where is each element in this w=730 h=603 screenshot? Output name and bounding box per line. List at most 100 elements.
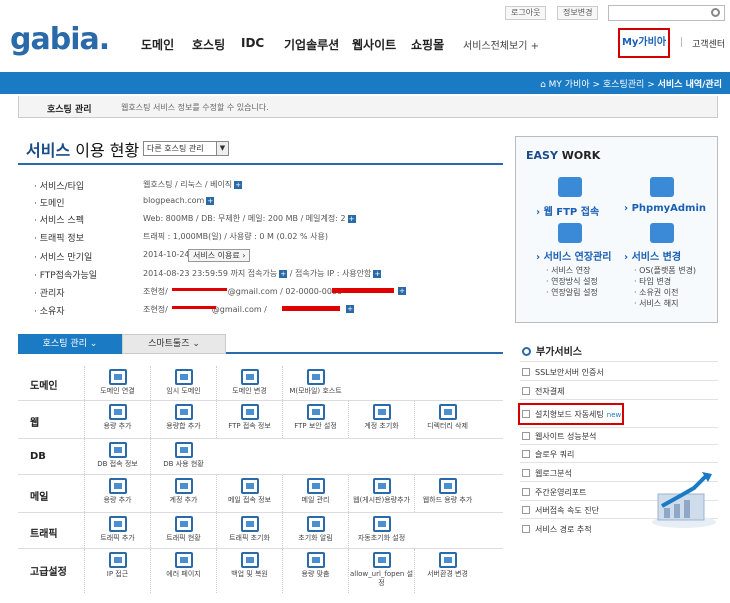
traffic-reset-button[interactable]: 트래픽 초기화 xyxy=(216,513,282,548)
home-icon[interactable]: ⌂ xyxy=(540,80,549,90)
account-reset-button[interactable]: 계정 초기화 xyxy=(348,401,414,438)
allow-url-fopen-button[interactable]: allow_url_fopen 설정 xyxy=(348,549,414,593)
domain-connect-icon xyxy=(108,369,127,385)
ftp-info-button[interactable]: FTP 접속 정보 xyxy=(216,401,282,438)
tab-smart-tools[interactable]: 스마트툴즈 ⌄ xyxy=(122,334,226,354)
plus-icon[interactable]: + xyxy=(347,214,356,223)
plus-icon[interactable]: + xyxy=(346,305,354,313)
reset-alert-button[interactable]: 초기화 알림 xyxy=(282,513,348,548)
web-ftp-link[interactable]: › 웹 FTP 접속 xyxy=(536,203,599,218)
home-icon xyxy=(174,369,193,385)
tab-hosting-management[interactable]: 호스팅 관리 ⌄ xyxy=(18,334,122,354)
gnb-domain[interactable]: 도메인 xyxy=(141,36,174,53)
chevron-down-icon[interactable]: ▼ xyxy=(216,142,228,155)
addon-weekly-report[interactable]: 주간운영리포트 xyxy=(522,487,587,498)
logout-button[interactable]: 로그아웃 xyxy=(505,6,547,20)
plus-icon[interactable]: + xyxy=(234,180,243,189)
cell-label: 메일 관리 xyxy=(301,496,330,504)
breadcrumb-mygabia[interactable]: MY 가비아 xyxy=(549,80,590,90)
gnb-enterprise[interactable]: 기업솔루션 xyxy=(284,36,339,53)
service-extend-link[interactable]: › 서비스 연장관리 xyxy=(536,248,611,263)
gnb-website[interactable]: 웹사이트 xyxy=(352,36,396,53)
extend-sub-item[interactable]: · 연장알림 설정 xyxy=(546,287,598,298)
search-icon[interactable] xyxy=(711,8,720,17)
redaction-mark xyxy=(172,306,216,309)
plus-icon[interactable]: + xyxy=(206,196,215,205)
traffic-status-button[interactable]: 트래픽 현황 xyxy=(150,513,216,548)
error-page-button[interactable]: 에러 페이지 xyxy=(150,549,216,593)
highlight-box xyxy=(518,403,624,425)
cell-label: 계정 추가 xyxy=(169,496,198,504)
db-info-button[interactable]: DB 접속 정보 xyxy=(84,439,150,474)
phpmyadmin-link[interactable]: › PhpmyAdmin xyxy=(624,203,706,214)
cell-label: 메일 접속 정보 xyxy=(227,496,272,504)
change-sub-item[interactable]: · 소유권 이전 xyxy=(634,287,696,298)
web-capacity-sum-button[interactable]: 용량합 추가 xyxy=(150,401,216,438)
mobile-host-button[interactable]: M(모바일) 호스트 xyxy=(282,366,348,400)
gnb-shoppingmall[interactable]: 쇼핑몰 xyxy=(411,36,444,53)
ftp-security-button[interactable]: FTP 보안 설정 xyxy=(282,401,348,438)
hosting-select[interactable]: 다른 호스팅 관리 ▼ xyxy=(143,141,229,156)
server-env-button[interactable]: 서버환경 변경 xyxy=(414,549,480,593)
divider xyxy=(520,399,718,400)
webhard-capacity-button[interactable]: 웹하드 용량 추가 xyxy=(414,475,480,512)
traffic-reset-icon xyxy=(240,516,259,532)
plus-icon[interactable]: + xyxy=(279,269,288,278)
info-label-admin: · 관리자 xyxy=(34,289,65,299)
plus-icon[interactable]: + xyxy=(398,287,406,295)
change-sub-item[interactable]: · 타입 변경 xyxy=(634,276,696,287)
mail-account-add-button[interactable]: 계정 추가 xyxy=(150,475,216,512)
search-input[interactable] xyxy=(608,5,725,21)
service-change-link[interactable]: › 서비스 변경 xyxy=(624,248,681,263)
addon-route-trace[interactable]: 서비스 경로 추적 xyxy=(522,524,592,535)
temp-domain-button[interactable]: 임시 도메인 xyxy=(150,366,216,400)
capacity-fit-icon xyxy=(306,552,325,568)
hosting-select-value: 다른 호스팅 관리 xyxy=(147,144,204,153)
my-gabia-link[interactable]: My가비아 xyxy=(618,28,670,58)
cell-label: 도메인 연결 xyxy=(100,387,135,395)
info-value-expiry: 2014-10-24 xyxy=(143,250,190,259)
mail-manage-button[interactable]: 메일 관리 xyxy=(282,475,348,512)
web-capacity-add-button[interactable]: 용량 추가 xyxy=(84,401,150,438)
grid-row-advanced: 고급설정 IP 접근 에러 페이지 백업 및 복원 용량 맞춤 allow_ur… xyxy=(18,549,503,594)
cell-label: 웹하드 용량 추가 xyxy=(422,496,473,504)
db-usage-button[interactable]: DB 사용 현황 xyxy=(150,439,216,474)
addon-slow-query[interactable]: 슬로우 쿼리 xyxy=(522,449,574,460)
traffic-add-button[interactable]: 트래픽 추가 xyxy=(84,513,150,548)
directory-delete-button[interactable]: 디렉터리 삭제 xyxy=(414,401,480,438)
auto-reset-button[interactable]: 자동초기화 설정 xyxy=(348,513,414,548)
database-icon xyxy=(650,177,674,197)
customer-center-link[interactable]: 고객센터 xyxy=(692,37,725,50)
info-label-expiry: · 서비스 만기일 xyxy=(34,253,93,263)
growth-chart-illustration xyxy=(652,472,716,528)
addon-performance[interactable]: 웹사이트 성능분석 xyxy=(522,431,596,442)
breadcrumb-hosting[interactable]: 호스팅관리 xyxy=(603,80,644,90)
backup-restore-button[interactable]: 백업 및 복원 xyxy=(216,549,282,593)
info-domain-text: blogpeach.com xyxy=(143,196,205,205)
mail-capacity-add-button[interactable]: 용량 추가 xyxy=(84,475,150,512)
cell-label: DB 사용 현황 xyxy=(163,460,204,468)
ip-access-button[interactable]: IP 접근 xyxy=(84,549,150,593)
addon-payment[interactable]: 전자결제 xyxy=(522,386,564,397)
mail-info-button[interactable]: 메일 접속 정보 xyxy=(216,475,282,512)
service-fee-button[interactable]: 서비스 이용료 › xyxy=(188,249,251,262)
redaction-mark xyxy=(282,306,340,311)
capacity-fit-button[interactable]: 용량 맞춤 xyxy=(282,549,348,593)
cell-label: FTP 보안 설정 xyxy=(294,422,337,430)
extend-sub-item[interactable]: · 서비스 연장 xyxy=(546,265,598,276)
addon-ssl[interactable]: SSL보안서버 인증서 xyxy=(522,367,604,378)
gabia-logo[interactable]: gabia. xyxy=(10,22,110,57)
change-sub-item[interactable]: · OS(플랫폼 변경) xyxy=(634,265,696,276)
extend-sub-item[interactable]: · 연장방식 설정 xyxy=(546,276,598,287)
all-services-link[interactable]: 서비스전체보기 + xyxy=(463,37,539,52)
change-sub-item[interactable]: · 서비스 해지 xyxy=(634,298,696,309)
gnb-idc[interactable]: IDC xyxy=(241,36,264,50)
board-capacity-button[interactable]: 웹(게시판)용량추가 xyxy=(348,475,414,512)
addon-weblog[interactable]: 웹로그분석 xyxy=(522,468,572,479)
domain-change-button[interactable]: 도메인 변경 xyxy=(216,366,282,400)
gnb-hosting[interactable]: 호스팅 xyxy=(192,36,225,53)
domain-connect-button[interactable]: 도메인 연결 xyxy=(84,366,150,400)
plus-icon[interactable]: + xyxy=(373,269,382,278)
profile-edit-button[interactable]: 정보변경 xyxy=(557,6,599,20)
addon-speed-diagnosis[interactable]: 서버접속 속도 진단 xyxy=(522,505,599,516)
